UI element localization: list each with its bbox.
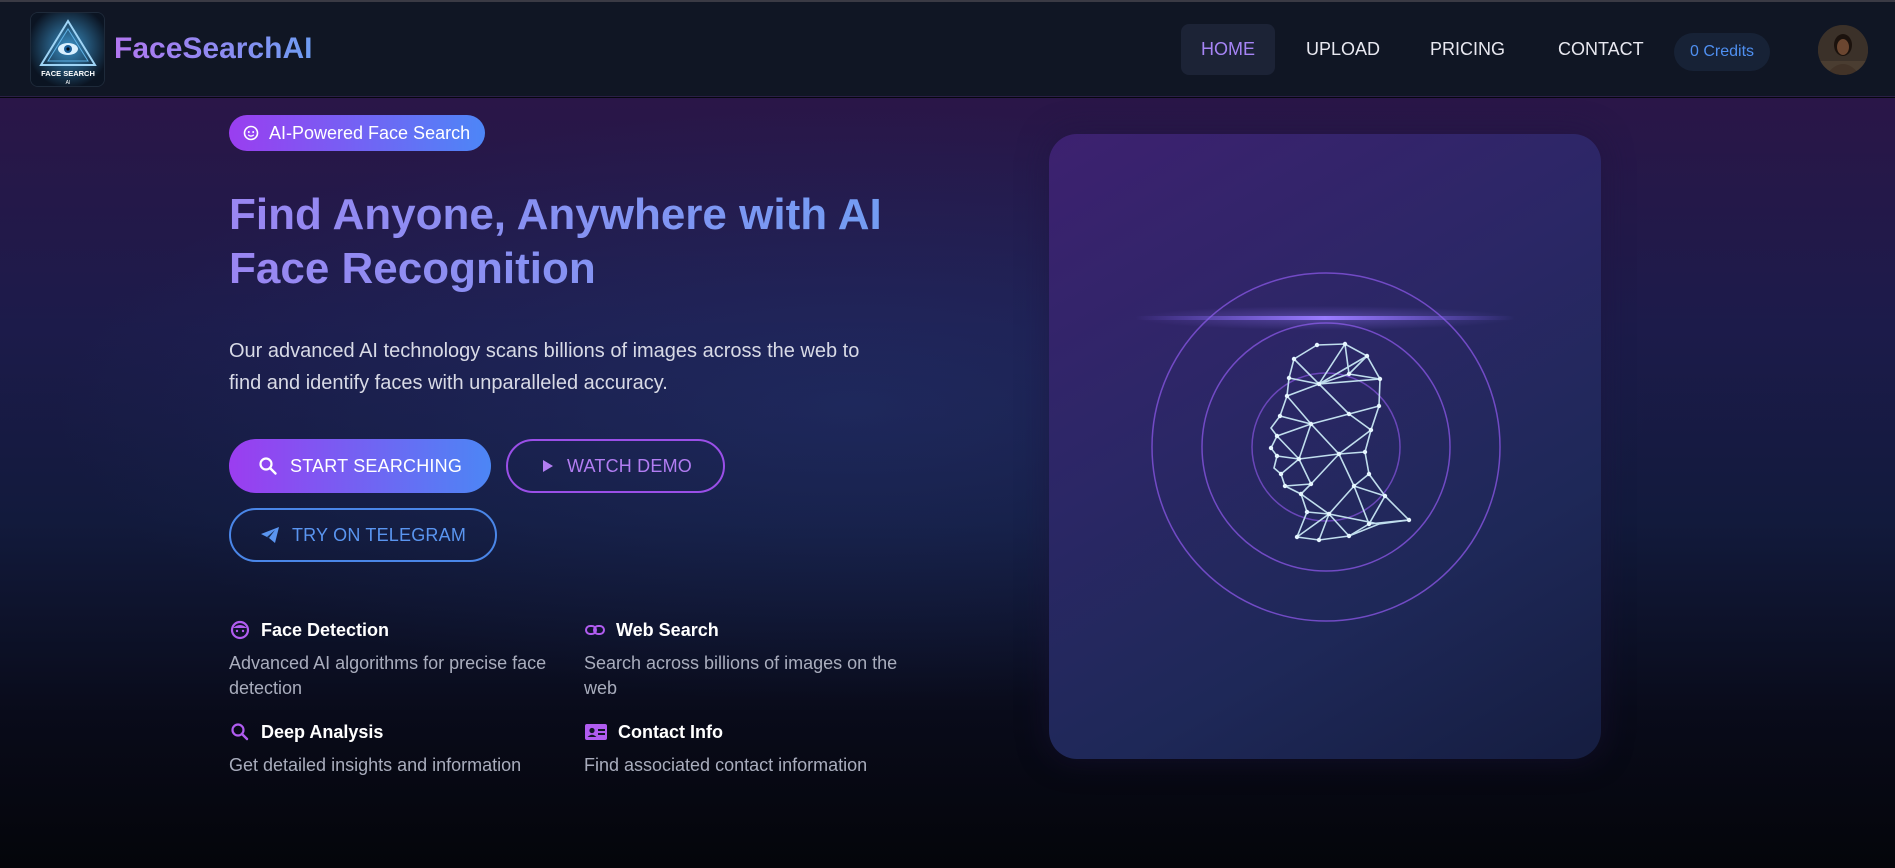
feature-deep-analysis: Deep Analysis Get detailed insights and … — [229, 721, 574, 778]
feature-description: Advanced AI algorithms for precise face … — [229, 653, 547, 698]
search-icon — [259, 457, 277, 475]
description-line-2: find and identify faces with unparallele… — [229, 372, 668, 394]
headline-line-2: Face Recognition — [229, 244, 596, 293]
watch-demo-button[interactable]: WATCH DEMO — [506, 439, 725, 493]
watch-demo-label: WATCH DEMO — [567, 455, 692, 476]
user-avatar[interactable] — [1818, 25, 1868, 75]
nav-upload[interactable]: UPLOAD — [1286, 24, 1400, 75]
hero-description: Our advanced AI technology scans billion… — [229, 335, 929, 399]
feature-title: Web Search — [616, 619, 719, 640]
eye-pyramid-logo-icon: FACE SEARCH AI — [31, 13, 104, 86]
feature-contact-info: Contact Info Find associated contact inf… — [584, 721, 929, 778]
logo-text: FACE SEARCH — [41, 69, 95, 78]
hero-headline: Find Anyone, Anywhere with AI Face Recog… — [229, 188, 949, 296]
smiley-face-icon — [230, 620, 250, 640]
feature-title: Deep Analysis — [261, 721, 384, 742]
brand-name[interactable]: FaceSearchAI — [114, 32, 312, 66]
brand-logo[interactable]: FACE SEARCH AI — [30, 12, 105, 87]
nav-contact[interactable]: CONTACT — [1538, 24, 1664, 75]
feature-description: Get detailed insights and information — [229, 755, 522, 775]
try-on-telegram-label: TRY ON TELEGRAM — [291, 524, 467, 545]
badge-label: AI-Powered Face Search — [269, 122, 471, 143]
try-on-telegram-button[interactable]: TRY ON TELEGRAM — [229, 508, 497, 562]
nav-pricing[interactable]: PRICING — [1410, 24, 1525, 75]
telegram-icon — [260, 527, 279, 543]
credits-badge[interactable]: 0 Credits — [1674, 33, 1770, 71]
avatar-image — [1818, 25, 1868, 75]
start-searching-button[interactable]: START SEARCHING — [229, 439, 491, 493]
ai-powered-badge: AI-Powered Face Search — [229, 115, 486, 151]
description-line-1: Our advanced AI technology scans billion… — [229, 340, 860, 362]
smiley-face-icon — [243, 125, 259, 141]
feature-face-detection: Face Detection Advanced AI algorithms fo… — [229, 619, 574, 701]
nav-home[interactable]: HOME — [1181, 24, 1275, 75]
top-navbar: FACE SEARCH AI FaceSearchAI HOME UPLOAD … — [0, 2, 1895, 97]
headline-line-1: Find Anyone, Anywhere with AI — [229, 190, 882, 239]
svg-text:AI: AI — [66, 80, 71, 86]
play-icon — [543, 460, 553, 472]
feature-title: Contact Info — [618, 721, 723, 742]
wireframe-head-icon — [1135, 272, 1515, 622]
start-searching-label: START SEARCHING — [289, 455, 463, 476]
feature-title: Face Detection — [261, 619, 390, 640]
contact-card-icon — [585, 724, 607, 740]
feature-description: Search across billions of images on the … — [584, 653, 898, 698]
search-icon — [231, 723, 249, 741]
feature-description: Find associated contact information — [584, 755, 868, 775]
link-icon — [585, 625, 605, 635]
face-scan-illustration — [1049, 134, 1601, 759]
feature-web-search: Web Search Search across billions of ima… — [584, 619, 929, 701]
